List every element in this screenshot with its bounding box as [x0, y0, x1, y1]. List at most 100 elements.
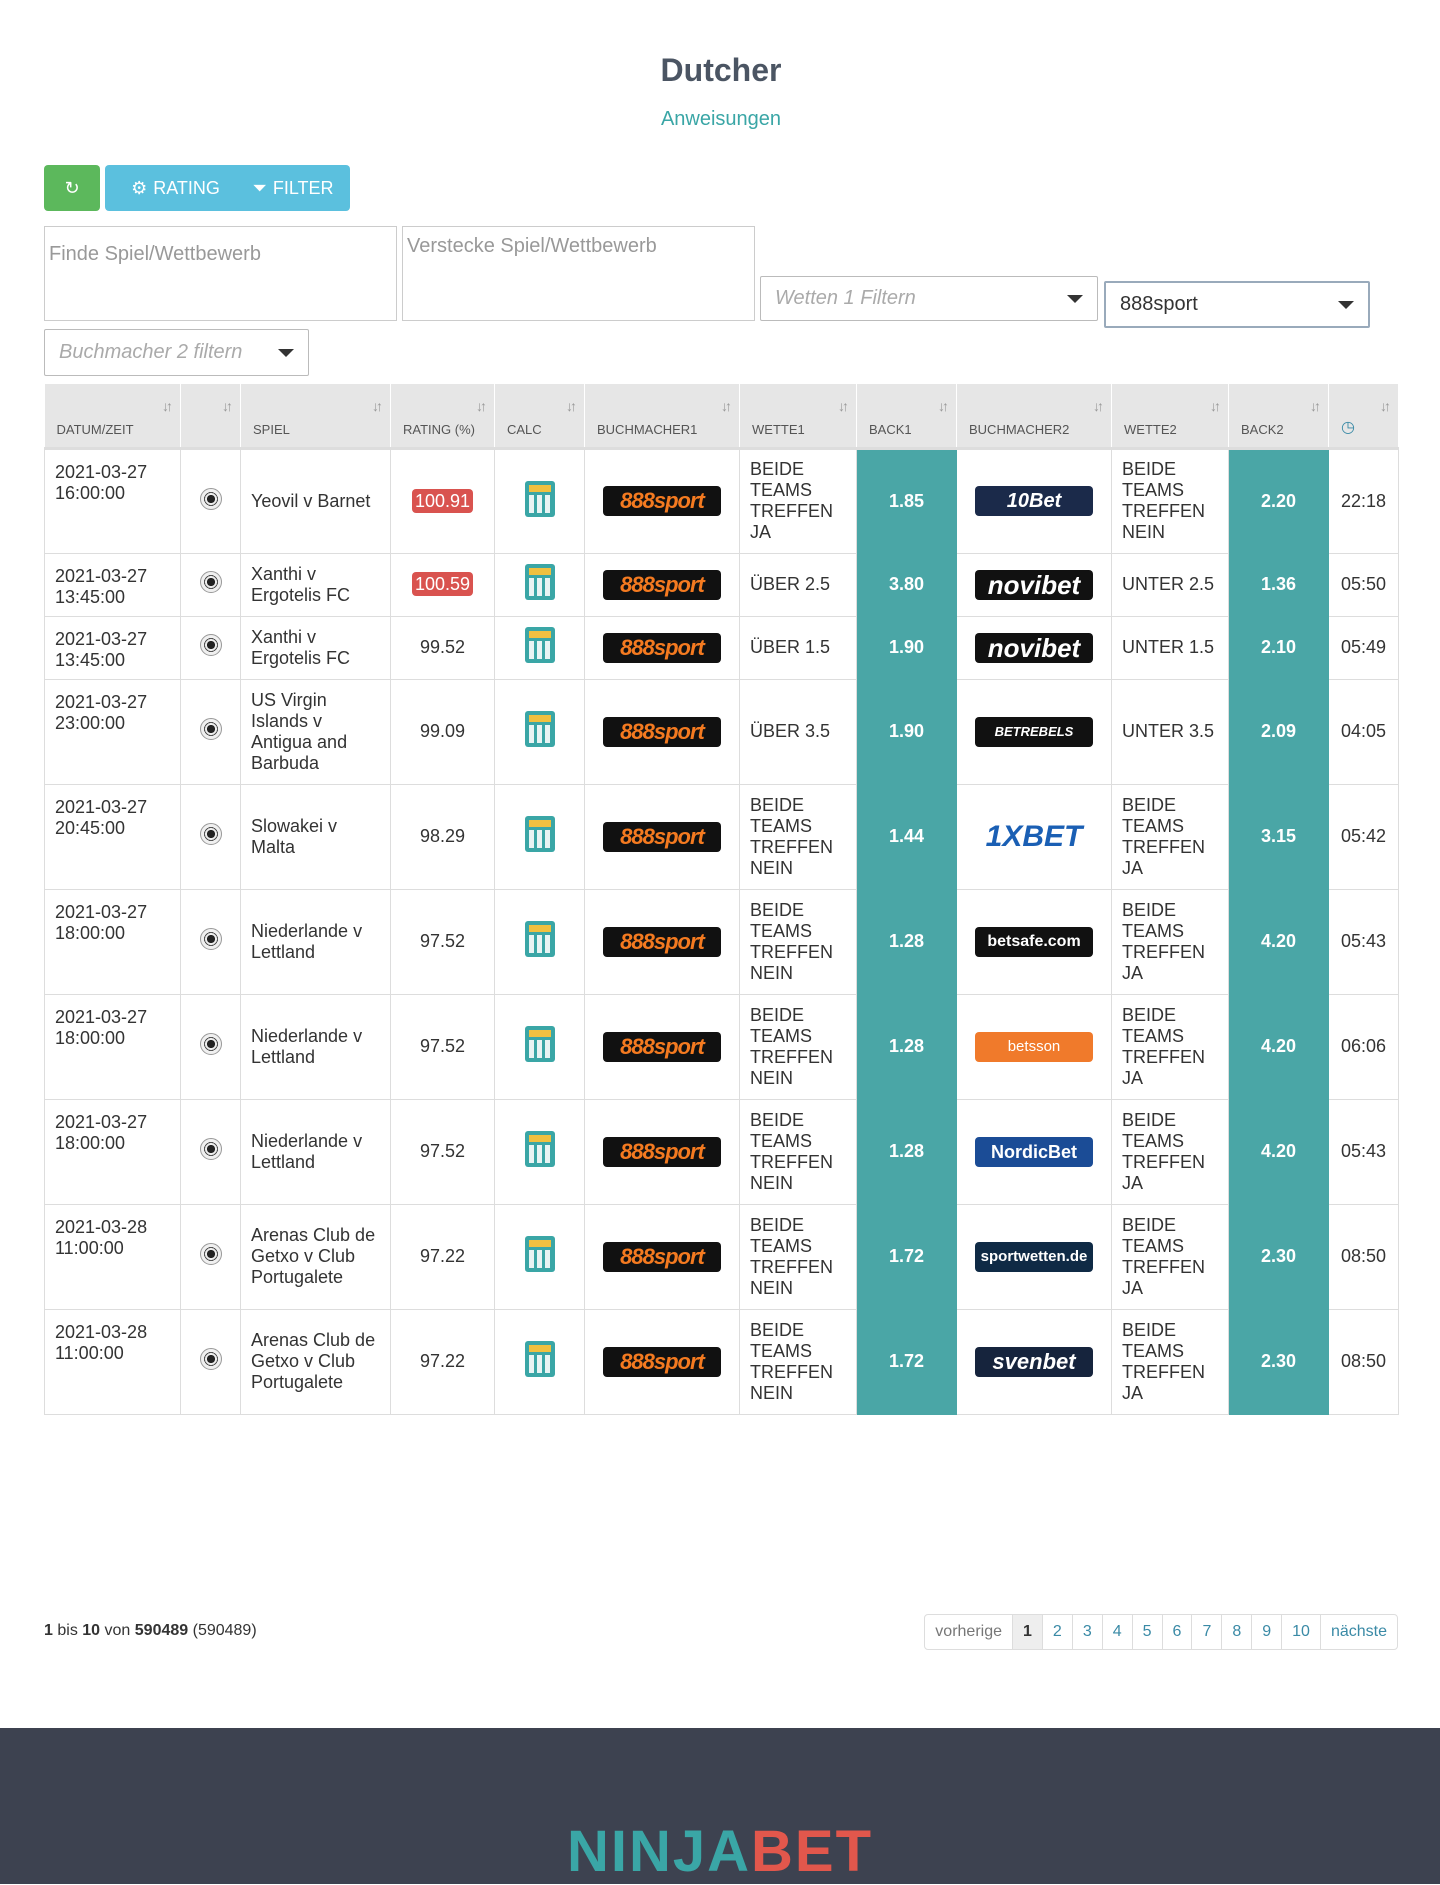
back2-odds[interactable]: 4.20 [1228, 888, 1329, 995]
bookmaker2-logo[interactable]: NordicBet [975, 1136, 1093, 1167]
sort-icon[interactable]: ↓↑ [1310, 398, 1321, 414]
calculator-icon[interactable] [524, 921, 555, 957]
back1-odds[interactable]: 1.28 [856, 993, 957, 1100]
filter-button[interactable]: ⏷ FILTER [236, 165, 350, 211]
bookmaker1-logo[interactable]: 888sport [603, 1136, 721, 1167]
pagination-page[interactable]: 3 [1071, 1615, 1102, 1649]
pagination-prev[interactable]: vorherige [925, 1615, 1012, 1649]
pagination-page[interactable]: 1 [1012, 1615, 1042, 1649]
bookmaker2-logo[interactable]: 1XBET [975, 821, 1093, 852]
game-name[interactable]: Niederlande v Lettland [251, 1026, 362, 1067]
pagination-page[interactable]: 4 [1101, 1615, 1132, 1649]
sort-icon[interactable]: ↓↑ [566, 398, 577, 414]
game-name[interactable]: Arenas Club de Getxo v Club Portugalete [251, 1330, 375, 1392]
back2-odds[interactable]: 2.10 [1228, 615, 1329, 680]
calculator-icon[interactable] [524, 564, 555, 600]
game-name[interactable]: Xanthi v Ergotelis FC [251, 627, 350, 668]
column-header[interactable]: BUCHMACHER2 ↓↑ [956, 384, 1112, 450]
game-name[interactable]: Niederlande v Lettland [251, 1131, 362, 1172]
sort-icon[interactable]: ↓↑ [1210, 398, 1221, 414]
back2-odds[interactable]: 4.20 [1228, 1098, 1329, 1205]
back1-odds[interactable]: 1.72 [856, 1308, 957, 1415]
back2-odds[interactable]: 1.36 [1228, 552, 1329, 617]
back1-odds[interactable]: 1.90 [856, 615, 957, 680]
bookmaker2-logo[interactable]: sportwetten.de [975, 1241, 1093, 1272]
back1-odds[interactable]: 3.80 [856, 552, 957, 617]
column-header[interactable]: BACK2 ↓↑ [1228, 384, 1329, 450]
rating-button[interactable]: ⚙ RATING [105, 165, 246, 211]
pagination-next[interactable]: nächste [1319, 1615, 1397, 1649]
sort-icon[interactable]: ↓↑ [721, 398, 732, 414]
column-header[interactable]: ◷ ↓↑ [1328, 384, 1399, 450]
back1-odds[interactable]: 1.72 [856, 1203, 957, 1310]
bookmaker1-logo[interactable]: 888sport [603, 569, 721, 600]
pagination-page[interactable]: 2 [1041, 1615, 1072, 1649]
back2-odds[interactable]: 2.09 [1228, 678, 1329, 785]
pagination-page[interactable]: 5 [1131, 1615, 1162, 1649]
bookmaker1-logo[interactable]: 888sport [603, 1346, 721, 1377]
sort-icon[interactable]: ↓↑ [938, 398, 949, 414]
search-game-input[interactable]: Finde Spiel/Wettbewerb [44, 226, 397, 321]
back2-odds[interactable]: 2.20 [1228, 447, 1329, 554]
calculator-icon[interactable] [524, 816, 555, 852]
column-header[interactable]: WETTE2 ↓↑ [1111, 384, 1229, 450]
back1-odds[interactable]: 1.44 [856, 783, 957, 890]
column-header[interactable]: ↓↑ [180, 384, 241, 450]
calculator-icon[interactable] [524, 711, 555, 747]
game-name[interactable]: Yeovil v Barnet [251, 491, 370, 511]
game-name[interactable]: Xanthi v Ergotelis FC [251, 564, 350, 605]
calculator-icon[interactable] [524, 1026, 555, 1062]
column-header[interactable]: RATING (%) ↓↑ [390, 384, 495, 450]
sort-icon[interactable]: ↓↑ [372, 398, 383, 414]
refresh-button[interactable]: ↻ [44, 165, 100, 211]
sort-icon[interactable]: ↓↑ [222, 398, 233, 414]
calculator-icon[interactable] [524, 1236, 555, 1272]
bookmaker2-logo[interactable]: svenbet [975, 1346, 1093, 1377]
game-name[interactable]: Niederlande v Lettland [251, 921, 362, 962]
bookmaker2-logo[interactable]: betsson [975, 1031, 1093, 1062]
column-header[interactable]: CALC ↓↑ [494, 384, 585, 450]
bookmaker2-logo[interactable]: BETREBELS [975, 716, 1093, 747]
back2-odds[interactable]: 2.30 [1228, 1203, 1329, 1310]
column-header[interactable]: DATUM/ZEIT ↓↑ [44, 384, 181, 450]
bookmaker1-logo[interactable]: 888sport [603, 926, 721, 957]
bet1-filter-select[interactable]: Wetten 1 Filtern [760, 276, 1098, 321]
instructions-link[interactable]: Anweisungen [44, 108, 1398, 131]
column-header[interactable]: WETTE1 ↓↑ [739, 384, 857, 450]
sort-icon[interactable]: ↓↑ [476, 398, 487, 414]
game-name[interactable]: Arenas Club de Getxo v Club Portugalete [251, 1225, 375, 1287]
calculator-icon[interactable] [524, 627, 555, 663]
game-name[interactable]: US Virgin Islands v Antigua and Barbuda [251, 690, 347, 773]
back1-odds[interactable]: 1.90 [856, 678, 957, 785]
back1-odds[interactable]: 1.28 [856, 888, 957, 995]
bookmaker1-logo[interactable]: 888sport [603, 486, 721, 516]
column-header[interactable]: SPIEL ↓↑ [240, 384, 391, 450]
calculator-icon[interactable] [524, 1131, 555, 1167]
bookmaker2-logo[interactable]: novibet [975, 569, 1093, 600]
sort-icon[interactable]: ↓↑ [1093, 398, 1104, 414]
calculator-icon[interactable] [524, 1341, 555, 1377]
back2-odds[interactable]: 4.20 [1228, 993, 1329, 1100]
bookmaker1-logo[interactable]: 888sport [603, 632, 721, 663]
bookmaker1-logo[interactable]: 888sport [603, 716, 721, 747]
sort-icon[interactable]: ↓↑ [1380, 398, 1391, 414]
back1-odds[interactable]: 1.28 [856, 1098, 957, 1205]
pagination-page[interactable]: 6 [1161, 1615, 1192, 1649]
back2-odds[interactable]: 2.30 [1228, 1308, 1329, 1415]
back1-odds[interactable]: 1.85 [856, 447, 957, 554]
bookmaker2-logo[interactable]: novibet [975, 632, 1093, 663]
bookmaker2-logo[interactable]: 10Bet [975, 486, 1093, 516]
bookmaker2-filter-select[interactable]: Buchmacher 2 filtern [44, 329, 309, 376]
pagination-page[interactable]: 8 [1221, 1615, 1251, 1649]
bookmaker2-logo[interactable]: betsafe.com [975, 926, 1093, 957]
pagination-page[interactable]: 10 [1281, 1615, 1320, 1649]
bookmaker1-select[interactable]: 888sport [1104, 281, 1370, 328]
bookmaker1-logo[interactable]: 888sport [603, 1031, 721, 1062]
pagination-page[interactable]: 9 [1251, 1615, 1281, 1649]
calculator-icon[interactable] [524, 480, 555, 517]
pagination-page[interactable]: 7 [1191, 1615, 1221, 1649]
column-header[interactable]: BUCHMACHER1 ↓↑ [584, 384, 740, 450]
sort-icon[interactable]: ↓↑ [162, 398, 173, 414]
back2-odds[interactable]: 3.15 [1228, 783, 1329, 890]
column-header[interactable]: BACK1 ↓↑ [856, 384, 957, 450]
